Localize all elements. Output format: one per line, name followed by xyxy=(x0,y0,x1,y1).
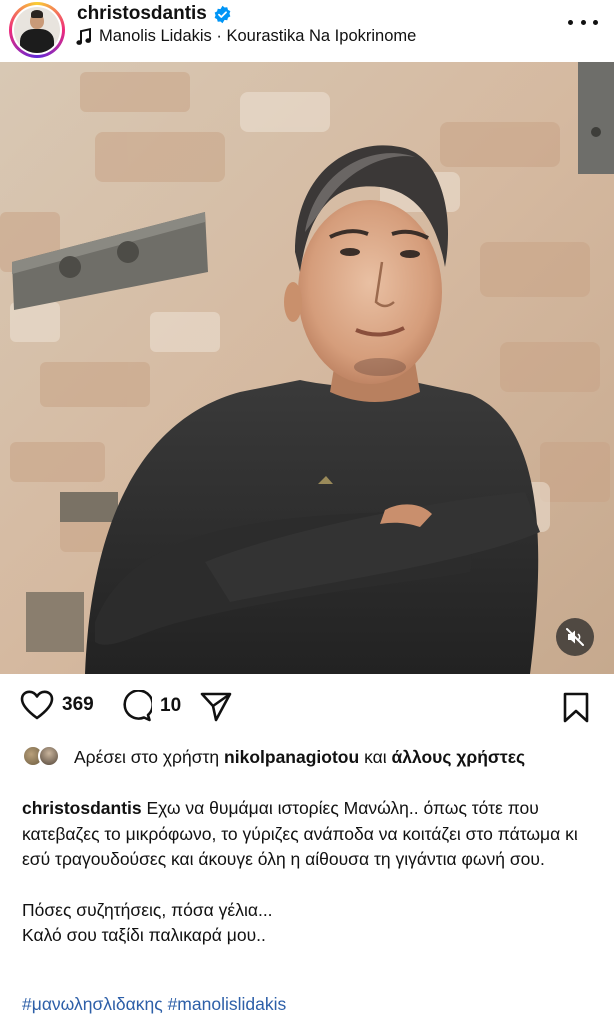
mute-button[interactable] xyxy=(556,618,594,656)
verified-badge-icon xyxy=(214,5,231,23)
music-note-icon xyxy=(76,27,91,45)
hashtags[interactable]: #μανωλησλιδακης #manolislidakis xyxy=(22,994,286,1015)
more-options-icon[interactable] xyxy=(568,18,598,28)
action-bar: 369 10 xyxy=(0,690,614,730)
username[interactable]: christosdantis xyxy=(77,3,207,25)
post-caption: christosdantis Εχω να θυμάμαι ιστορίες Μ… xyxy=(22,796,606,949)
like-button[interactable]: 369 xyxy=(20,690,94,720)
caption-text-3: Καλό σου ταξίδι παλικαρά μου.. xyxy=(22,925,266,945)
like-count[interactable]: 369 xyxy=(62,694,94,716)
speaker-muted-icon xyxy=(566,628,584,646)
liked-by-avatars xyxy=(22,744,68,768)
bookmark-icon xyxy=(563,692,589,723)
post-header: christosdantis Manolis Lidakis · Kourast… xyxy=(0,0,614,58)
liked-by-others[interactable]: άλλους χρήστες xyxy=(391,747,525,767)
caption-username[interactable]: christosdantis xyxy=(22,798,142,818)
comment-button[interactable]: 10 xyxy=(120,690,181,722)
music-info[interactable]: Manolis Lidakis · Kourastika Na Ipokrino… xyxy=(76,27,416,46)
caption-text-2: Πόσες συζητήσεις, πόσα γέλια... xyxy=(22,899,273,920)
profile-avatar[interactable] xyxy=(9,2,65,58)
music-label: Manolis Lidakis · Kourastika Na Ipokrino… xyxy=(99,27,417,45)
heart-icon xyxy=(20,690,54,720)
post-image[interactable] xyxy=(0,62,614,674)
portrait-illustration xyxy=(0,62,614,674)
comment-bubble-icon xyxy=(123,690,152,722)
liked-by-middle: και xyxy=(364,747,387,767)
liked-by-prefix: Αρέσει στο χρήστη xyxy=(74,747,220,767)
liked-by[interactable]: Αρέσει στο χρήστη nikolpanagiotou και άλ… xyxy=(22,744,602,769)
paper-plane-icon xyxy=(200,692,232,722)
save-button[interactable] xyxy=(562,692,590,724)
share-button[interactable] xyxy=(200,692,232,722)
comment-count[interactable]: 10 xyxy=(160,695,181,717)
liked-by-user[interactable]: nikolpanagiotou xyxy=(224,747,359,767)
